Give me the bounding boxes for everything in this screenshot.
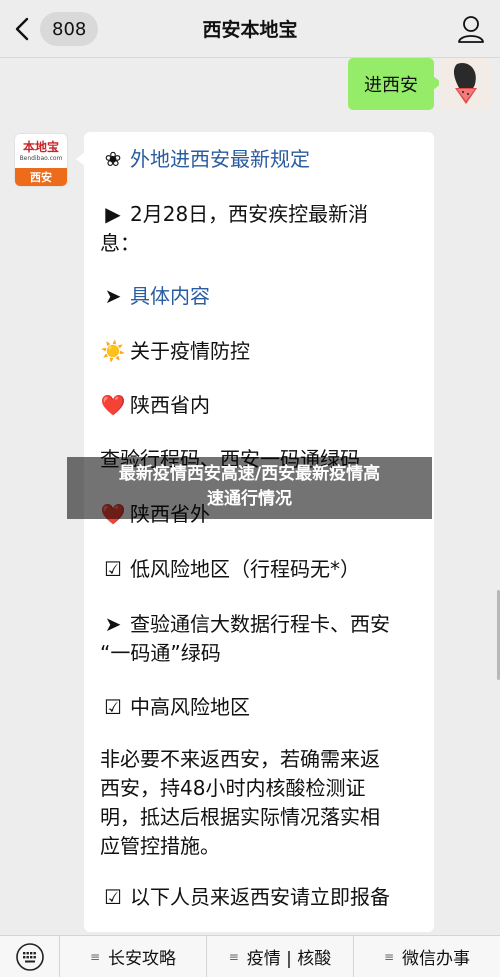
official-account-avatar[interactable]: 本地宝 Bendibao.com 西安 — [14, 133, 68, 187]
logo-url: Bendibao.com — [19, 155, 63, 162]
menu-list-icon: ≡ — [383, 949, 395, 964]
message-line: ☑ 以下人员来返西安请立即报备 — [100, 882, 420, 912]
checkbox-icon: ☑ — [104, 557, 122, 581]
menu-changan-guide[interactable]: ≡ 长安攻略 — [60, 936, 207, 977]
message-line: ❤️ 陕西省内 — [100, 390, 420, 420]
message-line: 非必要不来返西安，若确需来返 — [100, 747, 380, 771]
message-line: “一码通”绿码 — [100, 641, 221, 665]
keyboard-icon — [15, 942, 44, 971]
my-avatar[interactable] — [439, 58, 491, 110]
caption-overlay: 最新疫情西安高速/西安最新疫情高 速通行情况 — [67, 457, 432, 519]
play-icon: ▶ — [105, 202, 121, 226]
message-line: ▶ 2月28日，西安疾控最新消 — [100, 199, 420, 229]
logo-text: 本地宝 — [22, 140, 59, 154]
bot-message-card[interactable]: ❀ 外地进西安最新规定 ▶ 2月28日，西安疾控最新消 息： ➤ 具体内容 ☀️ 关于疫… — [76, 132, 434, 932]
message-link[interactable]: ➤ 具体内容 — [100, 281, 420, 311]
message-line: 应管控措施。 — [100, 834, 220, 858]
checkbox-icon: ☑ — [104, 885, 122, 909]
arrow-icon: ➤ — [104, 284, 122, 308]
my-message-bubble[interactable]: 进西安 — [348, 58, 442, 110]
menu-wechat-services[interactable]: ≡ 微信办事 — [354, 936, 500, 977]
heart-icon: ❤️ — [100, 393, 126, 417]
user-profile-icon[interactable] — [456, 14, 486, 44]
message-line: 明，抵达后根据实际情况落实相 — [100, 805, 380, 829]
bottom-menu: ≡ 长安攻略 ≡ 疫情 | 核酸 ≡ 微信办事 — [0, 935, 500, 977]
sun-icon: ☀️ — [100, 339, 126, 363]
message-line: ➤ 查验通信大数据行程卡、西安 — [100, 609, 420, 639]
caption-line-1: 最新疫情西安高速/西安最新疫情高 — [118, 464, 381, 484]
checkbox-icon: ☑ — [104, 695, 122, 719]
message-line: ☑ 低风险地区（行程码无*） — [100, 554, 420, 584]
caption-line-2: 速通行情况 — [207, 489, 292, 509]
message-line: ☑ 中高风险地区 — [100, 692, 420, 722]
message-line: ❀ 外地进西安最新规定 — [100, 144, 420, 174]
flower-icon: ❀ — [104, 147, 122, 171]
avatar-image-icon — [439, 58, 491, 110]
menu-epidemic-nucleic[interactable]: ≡ 疫情 | 核酸 — [207, 936, 354, 977]
message-line: ☀️ 关于疫情防控 — [100, 336, 420, 366]
my-message-text: 进西安 — [364, 75, 418, 96]
menu-list-icon: ≡ — [89, 949, 101, 964]
message-line: 息： — [100, 231, 140, 255]
message-line: 西安，持48小时内核酸检测证 — [100, 776, 366, 800]
top-bar: 808 西安本地宝 — [0, 0, 500, 58]
page-title: 西安本地宝 — [202, 19, 298, 41]
keyboard-toggle-button[interactable] — [0, 936, 60, 977]
arrow-icon: ➤ — [104, 612, 122, 636]
logo-city: 西安 — [15, 168, 67, 186]
menu-list-icon: ≡ — [228, 949, 239, 964]
